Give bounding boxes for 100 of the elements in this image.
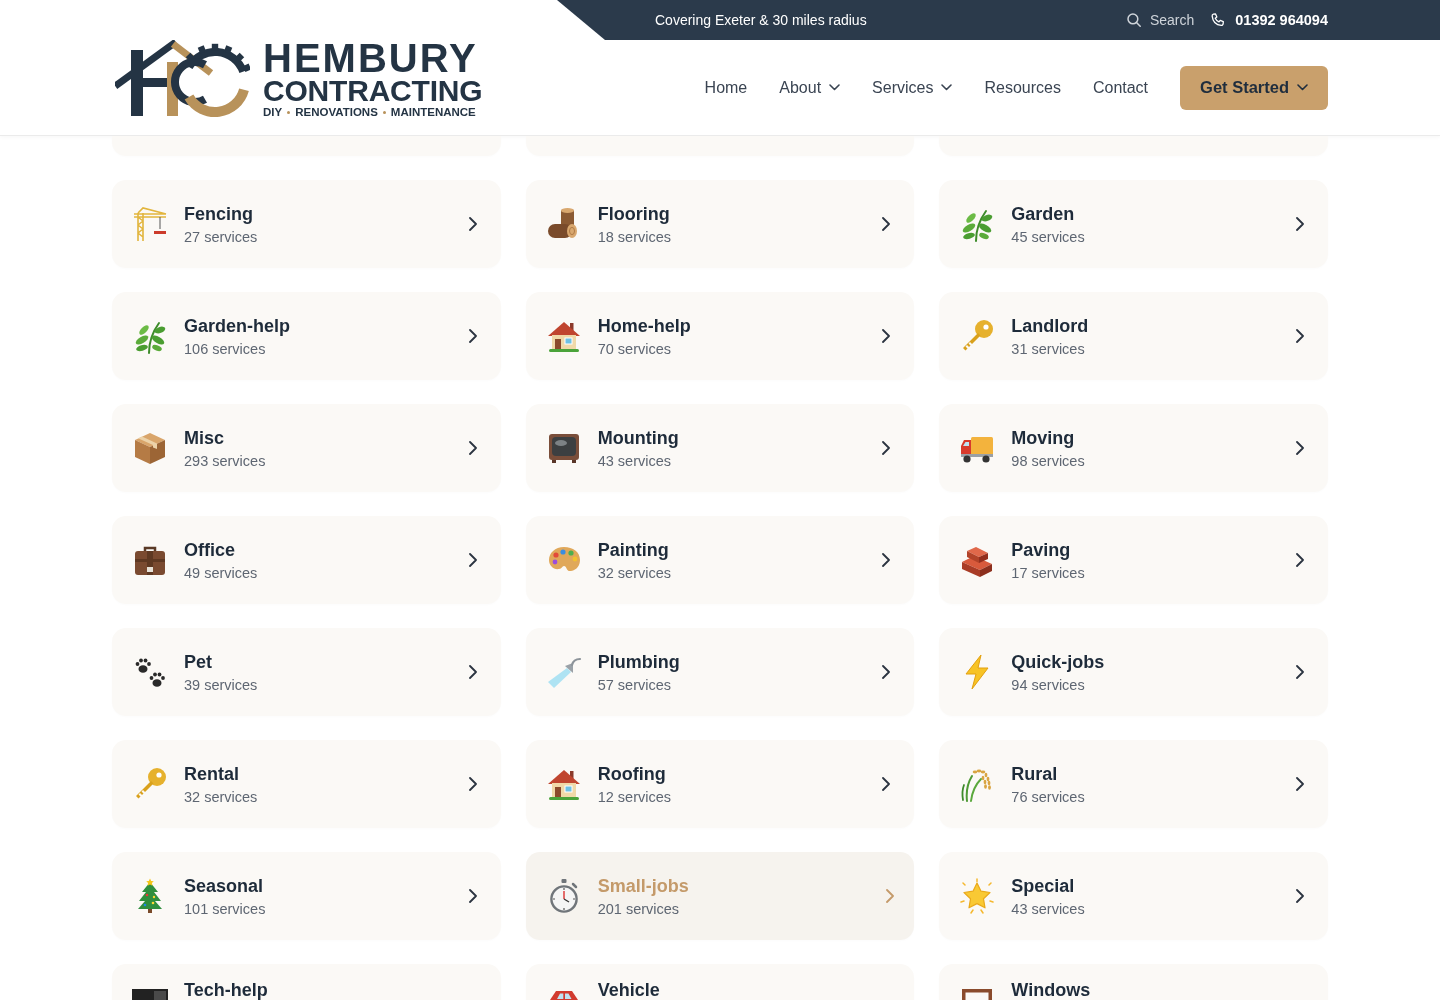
chevron-right-icon: [882, 553, 891, 567]
brand-name: HEMBURY: [263, 40, 479, 76]
category-card[interactable]: Special 43 services: [939, 852, 1328, 940]
category-card[interactable]: Flooring 18 services: [525, 180, 915, 268]
chevron-right-icon: [1296, 665, 1304, 679]
tagline-text: DIY: [263, 106, 283, 118]
chevron-right-icon: [1296, 553, 1304, 567]
category-title: Seasonal: [184, 874, 265, 898]
service-count: 98 services: [1011, 451, 1085, 471]
chevron-right-icon: [468, 217, 477, 231]
service-count: 76 services: [1011, 787, 1085, 807]
chevron-right-icon: [468, 665, 477, 679]
nav-link[interactable]: Resources: [984, 78, 1061, 97]
category-card[interactable]: Fencing 27 services: [112, 180, 501, 268]
search-icon: [1126, 13, 1141, 27]
category-card[interactable]: Rural 76 services: [939, 740, 1328, 828]
category-card[interactable]: Misc 293 services: [112, 404, 501, 492]
phone-link[interactable]: 01392 964094: [1210, 12, 1328, 28]
category-card[interactable]: Pet 39 services: [112, 628, 501, 716]
tagline-text: RENOVATIONS: [295, 106, 378, 118]
nav-link[interactable]: About: [779, 78, 841, 97]
category-title: Roofing: [597, 762, 667, 786]
search-link[interactable]: Search: [1126, 12, 1195, 28]
category-card[interactable]: Roofing 12 services: [525, 740, 915, 828]
chevron-right-icon: [882, 777, 891, 791]
category-title: Office: [184, 538, 236, 562]
service-count: 45 services: [1011, 227, 1085, 247]
category-title: Garden: [1011, 202, 1076, 226]
logo-icon: [115, 40, 250, 118]
service-count: 12 services: [597, 787, 671, 807]
category-title: Pet: [184, 650, 213, 674]
category-title: Windows: [1011, 980, 1091, 1000]
category-card[interactable]: Paving 17 services: [939, 516, 1328, 604]
service-count: 43 services: [597, 451, 672, 471]
chevron-right-icon: [468, 777, 477, 791]
chevron-right-icon: [882, 441, 891, 455]
get-started-button[interactable]: Get Started: [1180, 65, 1328, 110]
service-count: 101 services: [184, 899, 266, 919]
category-card[interactable]: Seasonal 101 services: [112, 852, 501, 940]
category-title: Mounting: [597, 426, 679, 450]
category-title: Quick-jobs: [1011, 650, 1105, 674]
category-card[interactable]: Home-help 70 services: [525, 292, 915, 380]
category-title: Painting: [597, 538, 670, 562]
chevron-right-icon: [468, 329, 477, 343]
category-title: Fencing: [184, 202, 254, 226]
category-card[interactable]: Mounting 43 services: [525, 404, 915, 492]
service-count: 94 services: [1011, 675, 1086, 695]
service-count: 27 services: [184, 227, 258, 247]
bullet-dot-icon: [382, 110, 386, 114]
service-area-text: Covering Exeter & 30 miles radius: [655, 12, 867, 28]
category-card[interactable]: Landlord 31 services: [939, 292, 1328, 380]
category-card[interactable]: Moving 98 services: [939, 404, 1328, 492]
category-title: Special: [1011, 874, 1076, 898]
chevron-right-icon: [886, 889, 895, 903]
chevron-right-icon: [1296, 217, 1304, 231]
service-count: 49 services: [184, 563, 258, 583]
chevron-right-icon: [1296, 441, 1304, 455]
category-title: Vehicle: [597, 980, 660, 1000]
star-icon: [959, 878, 996, 914]
chevron-right-icon: [882, 217, 891, 231]
chevron-right-icon: [882, 665, 891, 679]
category-title: Plumbing: [597, 650, 680, 674]
category-title: Home-help: [597, 314, 691, 338]
category-card[interactable]: Office 49 services: [112, 516, 501, 604]
category-card[interactable]: Tech-help: [112, 964, 501, 1000]
category-card[interactable]: Small-jobs 201 services: [525, 852, 915, 940]
category-title: Tech-help: [184, 980, 268, 1000]
chevron-right-icon: [468, 441, 477, 455]
nav-link[interactable]: Home: [704, 78, 748, 97]
chevron-right-icon: [882, 329, 891, 343]
service-count: 201 services: [597, 899, 681, 919]
category-card[interactable]: Rental 32 services: [112, 740, 501, 828]
service-count: 43 services: [1011, 899, 1085, 919]
chevron-right-icon: [1296, 329, 1304, 343]
service-count: 106 services: [184, 339, 267, 359]
chevron-right-icon: [468, 553, 477, 567]
category-title: Misc: [184, 426, 226, 450]
service-count: 18 services: [597, 227, 671, 247]
category-title: Small-jobs: [597, 874, 689, 898]
parcel-icon: [132, 430, 168, 466]
service-count: 17 services: [1011, 563, 1085, 583]
category-title: Rural: [1011, 762, 1059, 786]
category-card[interactable]: Windows: [939, 964, 1328, 1000]
category-title: Landlord: [1011, 314, 1089, 338]
category-card[interactable]: Garden 45 services: [939, 180, 1328, 268]
category-card[interactable]: Painting 32 services: [525, 516, 915, 604]
nav-link[interactable]: Contact: [1092, 78, 1149, 97]
category-card[interactable]: Quick-jobs 94 services: [939, 628, 1328, 716]
category-card[interactable]: Plumbing 57 services: [525, 628, 915, 716]
service-count: 32 services: [597, 563, 671, 583]
chevron-right-icon: [468, 889, 477, 903]
category-card[interactable]: Vehicle: [525, 964, 915, 1000]
tagline-text: MAINTENANCE: [390, 106, 476, 118]
crane-icon: [132, 206, 168, 242]
nav-link[interactable]: Services: [872, 78, 953, 97]
service-count: 293 services: [184, 451, 266, 471]
service-count: 31 services: [1011, 339, 1086, 359]
service-count: 57 services: [597, 675, 672, 695]
category-card[interactable]: Garden-help 106 services: [112, 292, 501, 380]
service-count: 32 services: [184, 787, 258, 807]
